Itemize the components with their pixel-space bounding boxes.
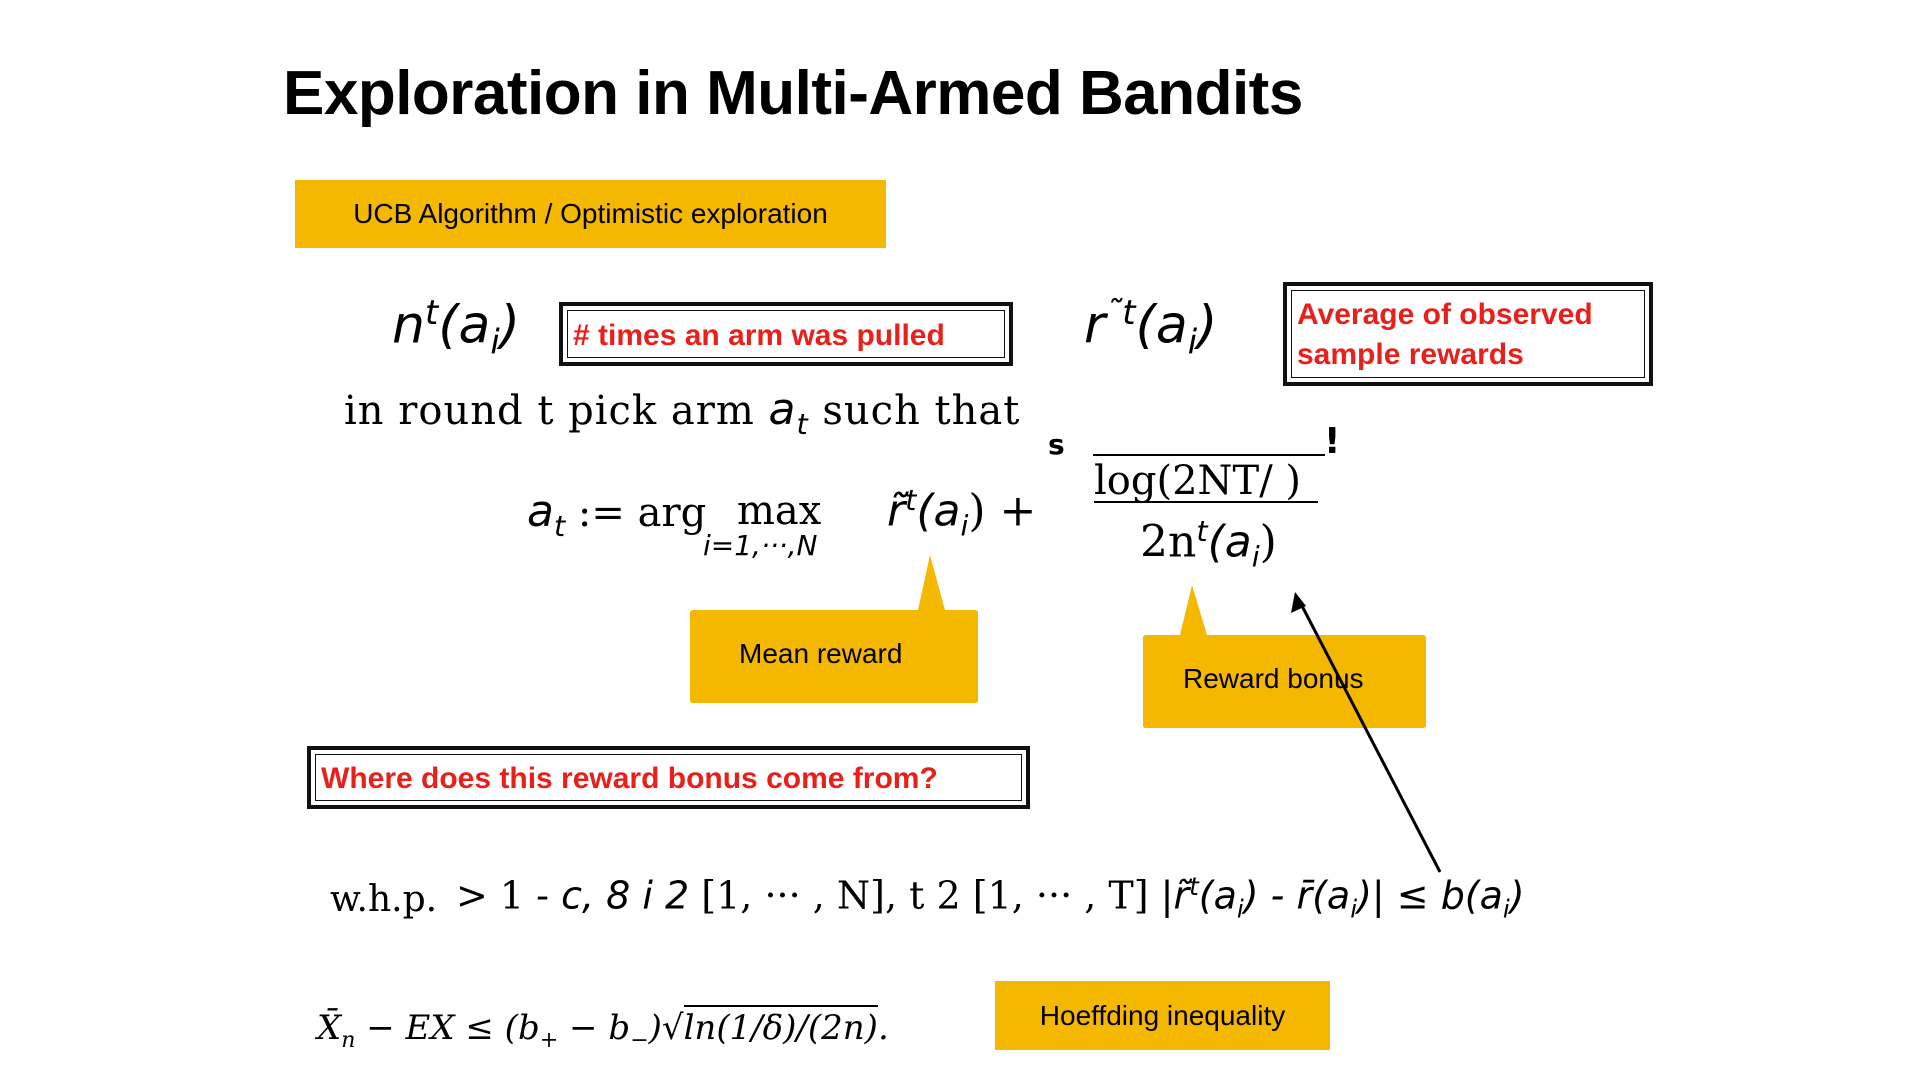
arrow-line — [1299, 603, 1442, 873]
sqrt-sign: √ — [661, 1008, 684, 1048]
whp-expression: > 1 - c, 8 i 2 [1, ··· , N], t 2 [1, ···… — [456, 872, 1525, 923]
whp-prefix: w.h.p. — [330, 878, 437, 920]
question-text: Where does this reward bonus come from? — [321, 762, 938, 795]
hoeffding-minus: − b — [558, 1008, 631, 1048]
whp-part4-sup: t — [1189, 872, 1199, 901]
hoeffding-label: Hoeffding inequality — [995, 981, 1330, 1050]
whp-part6: ) - r̄(a — [1243, 873, 1351, 918]
whp-part8: ) — [1509, 873, 1525, 918]
whp-part3: [1, ··· , N], t 2 [1, ··· , T] — [701, 873, 1149, 918]
hoeffding-formula: X̄n − EX ≤ (b+ − b−)√ln(1/δ)/(2n). — [317, 1005, 889, 1053]
hoeffding-label-text: Hoeffding inequality — [1039, 999, 1286, 1031]
whp-part2: c, 8 i 2 — [561, 873, 702, 918]
whp-part1: > 1 - — [456, 873, 562, 918]
hoeffding-lhs-sub: n — [341, 1026, 356, 1053]
hoeffding-bminus: − — [630, 1026, 649, 1053]
hoeffding-end: . — [877, 1008, 889, 1048]
whp-part5: (a — [1198, 873, 1237, 918]
whp-part7: )| ≤ b(a — [1357, 873, 1503, 918]
whp-part4: |r̃ — [1148, 873, 1190, 918]
hoeffding-lhs: X̄ — [317, 1008, 342, 1048]
hoeffding-mid: − EX ≤ (b — [355, 1008, 540, 1048]
whp-part7-sub: i — [1502, 894, 1510, 924]
hoeffding-close: ) — [648, 1008, 662, 1048]
hoeffding-radicand: ln(1/δ)/(2n) — [683, 1005, 878, 1048]
hoeffding-bplus: + — [539, 1026, 559, 1053]
question-box: Where does this reward bonus come from? — [307, 746, 1030, 809]
whp-prefix-text: w.h.p. — [330, 879, 438, 920]
whp-part5-sub: i — [1236, 894, 1244, 924]
